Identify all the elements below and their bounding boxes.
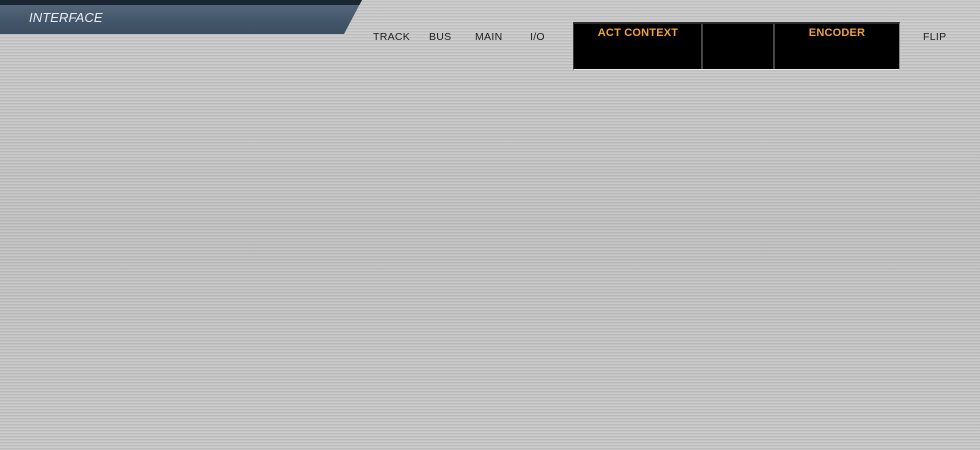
- encoder-cell[interactable]: ENCODER: [775, 24, 899, 69]
- interface-panel: INTERFACE TRACK BUS MAIN I/O ACT CONTEXT…: [0, 0, 980, 450]
- act-context-cell[interactable]: ACT CONTEXT: [574, 24, 702, 69]
- tab-top-edge: [0, 0, 362, 5]
- track-button[interactable]: TRACK: [373, 31, 410, 43]
- display-screen: ACT CONTEXT ENCODER: [573, 22, 900, 70]
- act-context-label: ACT CONTEXT: [597, 27, 679, 39]
- section-tab: INTERFACE: [0, 0, 362, 34]
- io-button[interactable]: I/O: [530, 31, 545, 43]
- bus-button[interactable]: BUS: [429, 31, 452, 43]
- main-button[interactable]: MAIN: [475, 31, 502, 43]
- flip-button[interactable]: FLIP: [923, 31, 946, 43]
- blank-display-cell[interactable]: [703, 24, 774, 69]
- encoder-label: ENCODER: [808, 27, 866, 39]
- section-title: INTERFACE: [29, 10, 103, 25]
